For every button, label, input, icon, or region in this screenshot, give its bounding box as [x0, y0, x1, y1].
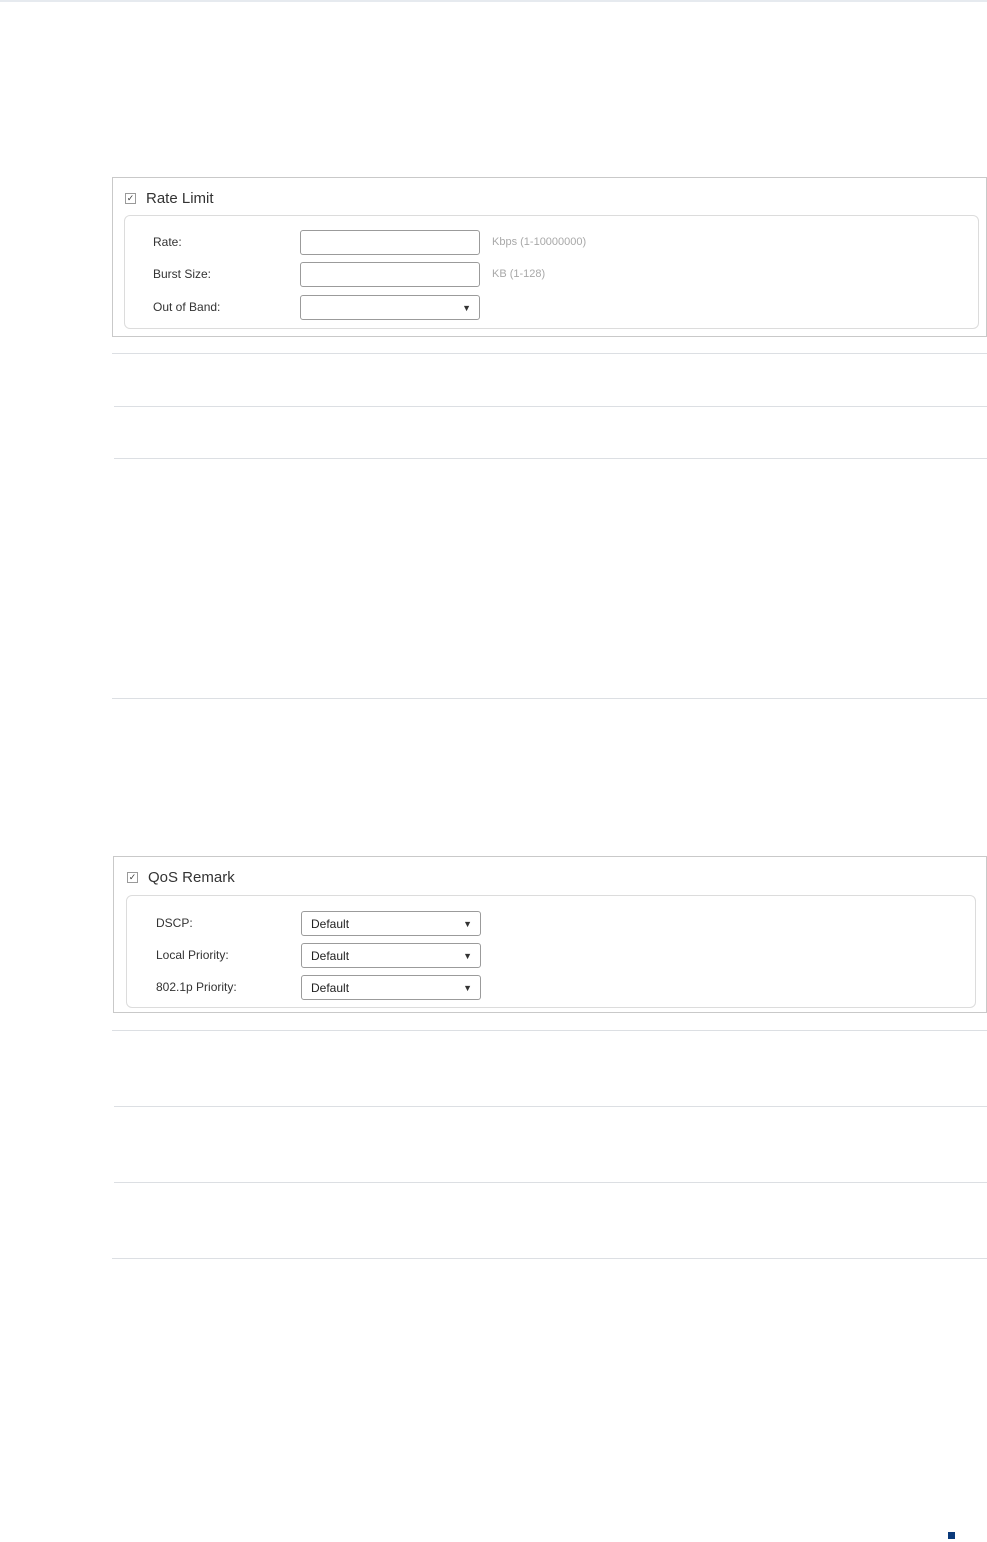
- dscp-row: DSCP: Default ▼: [127, 911, 975, 936]
- dot1p-priority-label: 802.1p Priority:: [156, 980, 237, 994]
- divider: [114, 406, 987, 407]
- rate-limit-checkbox[interactable]: ✓: [125, 193, 136, 204]
- dot1p-priority-value: Default: [311, 980, 350, 995]
- divider: [114, 1182, 987, 1183]
- out-of-band-label: Out of Band:: [153, 300, 221, 314]
- local-priority-select[interactable]: Default ▼: [301, 943, 481, 968]
- rate-limit-fields: Rate: Kbps (1-10000000) Burst Size: KB (…: [124, 215, 979, 329]
- dscp-select[interactable]: Default ▼: [301, 911, 481, 936]
- local-priority-row: Local Priority: Default ▼: [127, 943, 975, 968]
- dot1p-priority-row: 802.1p Priority: Default ▼: [127, 975, 975, 1000]
- rate-limit-title: Rate Limit: [146, 190, 214, 207]
- page-marker-square: [948, 1532, 955, 1539]
- rate-row: Rate: Kbps (1-10000000): [125, 230, 978, 255]
- chevron-down-icon: ▼: [463, 918, 472, 929]
- burst-size-label: Burst Size:: [153, 267, 212, 281]
- dot1p-priority-select[interactable]: Default ▼: [301, 975, 481, 1000]
- dscp-label: DSCP:: [156, 916, 193, 930]
- qos-remark-checkbox[interactable]: ✓: [127, 872, 138, 883]
- divider: [112, 353, 987, 354]
- qos-remark-fields: DSCP: Default ▼ Local Priority: Default …: [126, 895, 976, 1008]
- out-of-band-select[interactable]: ▼: [300, 295, 480, 320]
- rate-hint: Kbps (1-10000000): [492, 236, 587, 248]
- dscp-value: Default: [311, 916, 350, 931]
- divider: [114, 458, 987, 459]
- divider: [112, 1030, 987, 1031]
- local-priority-value: Default: [311, 948, 350, 963]
- divider: [112, 698, 987, 699]
- rate-limit-header: ✓ Rate Limit: [125, 190, 214, 207]
- chevron-down-icon: ▼: [462, 302, 471, 313]
- qos-remark-header: ✓ QoS Remark: [127, 869, 235, 886]
- chevron-down-icon: ▼: [463, 982, 472, 993]
- top-rule: [0, 0, 987, 2]
- divider: [112, 1258, 987, 1259]
- qos-remark-title: QoS Remark: [148, 869, 235, 886]
- out-of-band-row: Out of Band: ▼: [125, 295, 978, 320]
- burst-size-row: Burst Size: KB (1-128): [125, 262, 978, 287]
- rate-input[interactable]: [300, 230, 480, 255]
- burst-size-hint: KB (1-128): [492, 268, 546, 280]
- rate-limit-panel: ✓ Rate Limit Rate: Kbps (1-10000000) Bur…: [112, 177, 987, 337]
- local-priority-label: Local Priority:: [156, 948, 229, 962]
- chevron-down-icon: ▼: [463, 950, 472, 961]
- rate-label: Rate:: [153, 235, 182, 249]
- divider: [114, 1106, 987, 1107]
- qos-remark-panel: ✓ QoS Remark DSCP: Default ▼ Local Prior…: [113, 856, 987, 1013]
- burst-size-input[interactable]: [300, 262, 480, 287]
